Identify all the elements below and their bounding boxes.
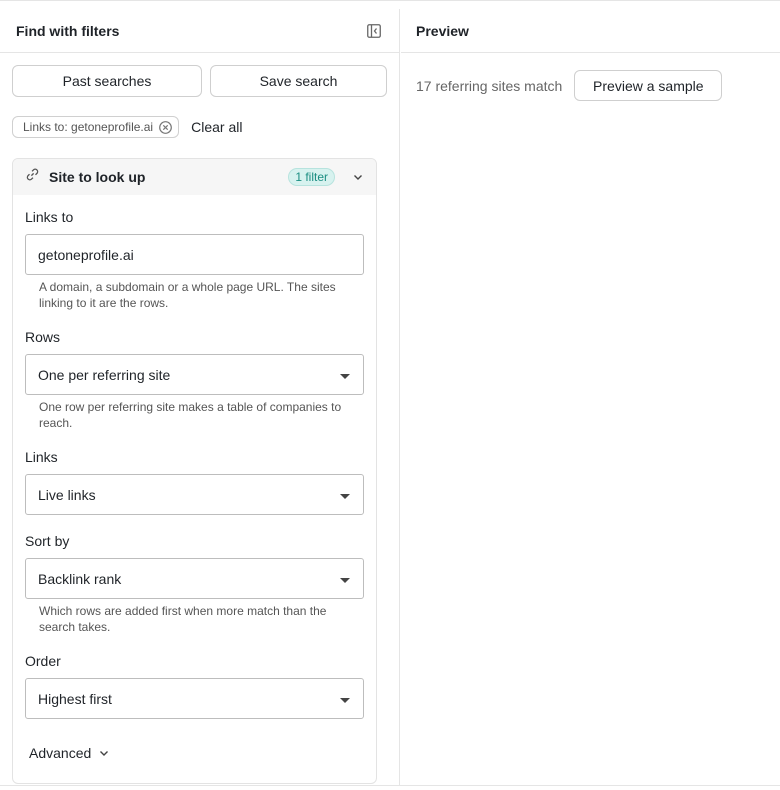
- preview-panel-title: Preview: [416, 22, 469, 39]
- sort-by-label: Sort by: [25, 533, 70, 549]
- site-lookup-section: Site to look up 1 filter Links to getone…: [12, 158, 377, 784]
- past-searches-button[interactable]: Past searches: [12, 65, 202, 97]
- bottom-divider: [0, 785, 780, 786]
- filters-panel: Find with filters Past searches Save sea…: [0, 9, 400, 785]
- section-title: Site to look up: [49, 169, 146, 185]
- section-header[interactable]: Site to look up 1 filter: [13, 159, 376, 195]
- filters-panel-header: Find with filters: [0, 9, 399, 53]
- dropdown-caret-icon: [340, 698, 350, 703]
- preview-panel-header: Preview: [401, 9, 780, 53]
- links-value: Live links: [38, 486, 96, 503]
- links-label: Links: [25, 449, 58, 465]
- clear-all-link[interactable]: Clear all: [191, 119, 242, 135]
- app-window: Find with filters Past searches Save sea…: [0, 0, 780, 790]
- links-to-label: Links to: [25, 209, 74, 225]
- links-to-help: A domain, a subdomain or a whole page UR…: [39, 280, 336, 310]
- links-select[interactable]: Live links: [25, 474, 364, 515]
- sort-by-value: Backlink rank: [38, 570, 122, 587]
- dropdown-caret-icon: [340, 374, 350, 379]
- dropdown-caret-icon: [340, 578, 350, 583]
- chevron-down-icon[interactable]: [352, 171, 364, 183]
- advanced-toggle[interactable]: Advanced: [29, 745, 109, 761]
- link-icon: [25, 167, 40, 187]
- filter-chip-label: Links to: getoneprofile.ai: [23, 120, 154, 134]
- order-label: Order: [25, 653, 61, 669]
- order-select[interactable]: Highest first: [25, 678, 364, 719]
- chevron-down-icon: [100, 751, 109, 756]
- preview-panel: Preview 17 referring sites match Preview…: [401, 9, 780, 785]
- rows-label: Rows: [25, 329, 61, 345]
- preview-summary: 17 referring sites match Preview a sampl…: [401, 53, 780, 101]
- match-count: 17 referring sites match: [416, 77, 563, 94]
- advanced-label: Advanced: [29, 745, 92, 761]
- links-to-input[interactable]: getoneprofile.ai: [25, 234, 364, 275]
- sort-by-help: Which rows are added first when more mat…: [39, 604, 327, 634]
- preview-sample-button[interactable]: Preview a sample: [574, 70, 723, 101]
- active-filters: Links to: getoneprofile.ai Clear all: [0, 115, 399, 139]
- order-value: Highest first: [38, 690, 112, 707]
- rows-value: One per referring site: [38, 366, 171, 383]
- save-search-button[interactable]: Save search: [210, 65, 387, 97]
- rows-select[interactable]: One per referring site: [25, 354, 364, 395]
- filter-count-badge: 1 filter: [288, 168, 335, 186]
- filter-chip[interactable]: Links to: getoneprofile.ai: [12, 116, 180, 138]
- rows-help: One row per referring site makes a table…: [39, 400, 342, 430]
- remove-filter-icon[interactable]: [159, 120, 172, 134]
- links-to-value: getoneprofile.ai: [38, 246, 134, 263]
- dropdown-caret-icon: [340, 494, 350, 499]
- filters-panel-title: Find with filters: [16, 22, 120, 39]
- search-actions: Past searches Save search: [0, 53, 399, 97]
- collapse-panel-icon[interactable]: [365, 22, 383, 40]
- sort-by-select[interactable]: Backlink rank: [25, 558, 364, 599]
